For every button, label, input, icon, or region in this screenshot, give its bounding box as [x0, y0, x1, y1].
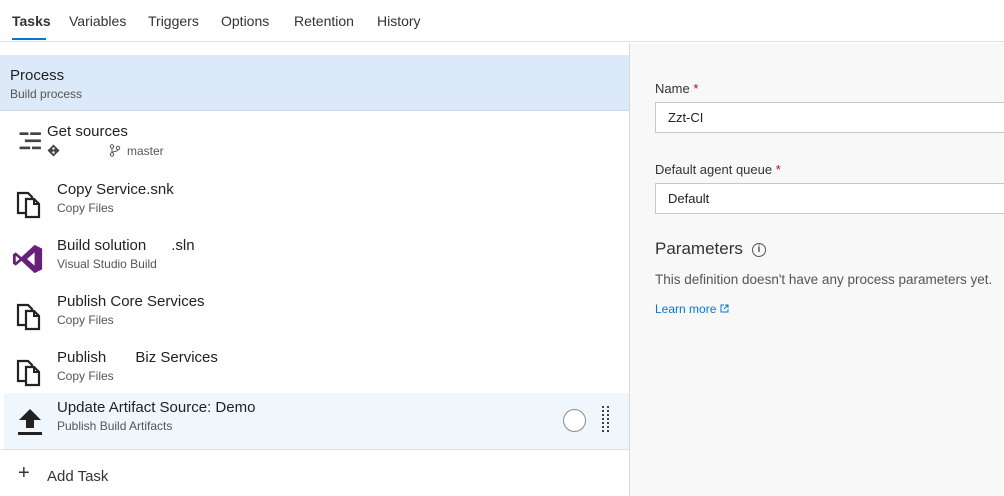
task-item[interactable]: Publish Biz Services Copy Files: [4, 343, 629, 399]
name-label: Name *: [655, 81, 698, 96]
task-title: Update Artifact Source: Demo: [57, 399, 256, 416]
agent-queue-select[interactable]: [655, 183, 1004, 214]
tab-tasks[interactable]: Tasks: [12, 13, 51, 29]
tab-bar: Tasks Variables Triggers Options Retenti…: [0, 0, 1004, 42]
task-item-selected[interactable]: Update Artifact Source: Demo Publish Bui…: [4, 393, 629, 449]
name-field[interactable]: [655, 102, 1004, 133]
task-title: Build solution .sln: [57, 237, 195, 254]
name-label-text: Name: [655, 81, 690, 96]
info-icon[interactable]: i: [752, 243, 766, 257]
branch-label: master: [127, 144, 164, 158]
queue-label-text: Default agent queue: [655, 162, 773, 177]
task-subtitle: Copy Files: [57, 313, 114, 327]
process-item[interactable]: Process Build process: [0, 55, 629, 111]
properties-panel: Name * Default agent queue * Parameters …: [630, 43, 1004, 496]
task-subtitle: Visual Studio Build: [57, 257, 157, 271]
task-subtitle: Publish Build Artifacts: [57, 419, 173, 433]
task-subtitle: Copy Files: [57, 369, 114, 383]
task-title: Publish Core Services: [57, 293, 205, 310]
branch-icon: [109, 144, 121, 157]
copy-files-icon: [16, 191, 41, 219]
parameters-text: This definition doesn't have any process…: [655, 272, 993, 287]
upload-icon: [18, 409, 42, 435]
task-item[interactable]: Copy Service.snk Copy Files: [4, 175, 629, 231]
git-icon: [47, 144, 60, 157]
drag-handle-icon[interactable]: [601, 406, 611, 436]
process-subtitle: Build process: [10, 87, 83, 101]
visual-studio-icon: [12, 244, 43, 274]
enable-toggle-circle[interactable]: [563, 409, 586, 432]
task-title: Publish Biz Services: [57, 349, 218, 366]
tab-history[interactable]: History: [377, 13, 421, 29]
learn-more-label: Learn more: [655, 302, 717, 316]
parameters-title: Parameters: [655, 239, 743, 258]
get-sources-item[interactable]: Get sources master: [4, 117, 629, 173]
add-task-label: Add Task: [47, 468, 109, 485]
queue-label: Default agent queue *: [655, 162, 781, 177]
task-item[interactable]: Publish Core Services Copy Files: [4, 287, 629, 343]
task-list-panel: Process Build process Get sources master…: [0, 43, 629, 496]
add-task-button[interactable]: + Add Task: [0, 449, 629, 496]
plus-icon: +: [18, 462, 30, 484]
active-tab-indicator: [12, 38, 46, 40]
tab-variables[interactable]: Variables: [69, 13, 126, 29]
copy-files-icon: [16, 303, 41, 331]
process-title: Process: [10, 67, 65, 84]
task-item[interactable]: Build solution .sln Visual Studio Build: [4, 231, 629, 287]
tab-options[interactable]: Options: [221, 13, 269, 29]
task-title: Copy Service.snk: [57, 181, 174, 198]
get-sources-title: Get sources: [47, 123, 128, 140]
get-sources-icon: [19, 132, 41, 150]
copy-files-icon: [16, 359, 41, 387]
task-subtitle: Copy Files: [57, 201, 114, 215]
required-mark: *: [775, 162, 781, 177]
external-link-icon: [720, 304, 729, 313]
required-mark: *: [693, 81, 699, 96]
tab-retention[interactable]: Retention: [294, 13, 354, 29]
learn-more-link[interactable]: Learn more: [655, 302, 729, 316]
tab-triggers[interactable]: Triggers: [148, 13, 199, 29]
